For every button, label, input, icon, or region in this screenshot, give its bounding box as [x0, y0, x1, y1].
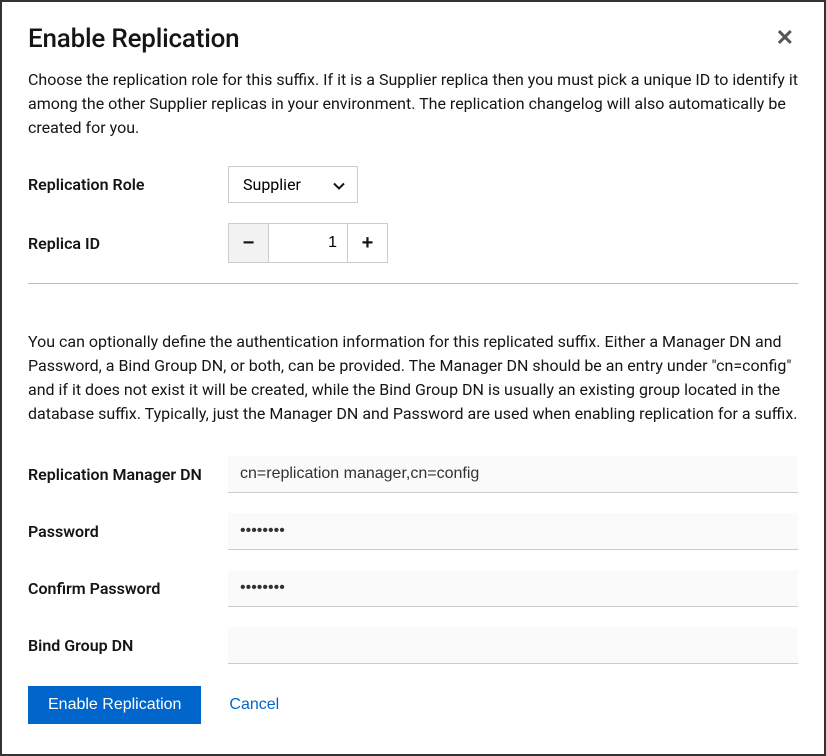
- label-replication-role: Replication Role: [28, 175, 228, 194]
- section-divider: [28, 283, 798, 284]
- label-password: Password: [28, 522, 228, 541]
- manager-dn-input[interactable]: [228, 456, 798, 493]
- cancel-button[interactable]: Cancel: [229, 696, 279, 714]
- bind-group-dn-input[interactable]: [228, 627, 798, 664]
- password-input[interactable]: [228, 513, 798, 550]
- stepper-increment-button[interactable]: +: [347, 224, 387, 262]
- description-auth: You can optionally define the authentica…: [28, 330, 798, 426]
- chevron-down-icon: [333, 175, 345, 194]
- enable-replication-button[interactable]: Enable Replication: [28, 686, 201, 724]
- replication-role-value: Supplier: [243, 175, 301, 194]
- replication-role-select[interactable]: Supplier: [228, 166, 358, 203]
- label-confirm-password: Confirm Password: [28, 579, 228, 598]
- label-manager-dn: Replication Manager DN: [28, 465, 228, 484]
- stepper-decrement-button[interactable]: −: [229, 224, 269, 262]
- replica-id-input[interactable]: [269, 224, 347, 262]
- close-icon[interactable]: ✕: [772, 24, 798, 54]
- dialog-title: Enable Replication: [28, 24, 239, 54]
- confirm-password-input[interactable]: [228, 570, 798, 607]
- label-bind-group-dn: Bind Group DN: [28, 636, 228, 655]
- label-replica-id: Replica ID: [28, 234, 228, 253]
- description-top: Choose the replication role for this suf…: [28, 68, 798, 140]
- replica-id-stepper: − +: [228, 223, 388, 263]
